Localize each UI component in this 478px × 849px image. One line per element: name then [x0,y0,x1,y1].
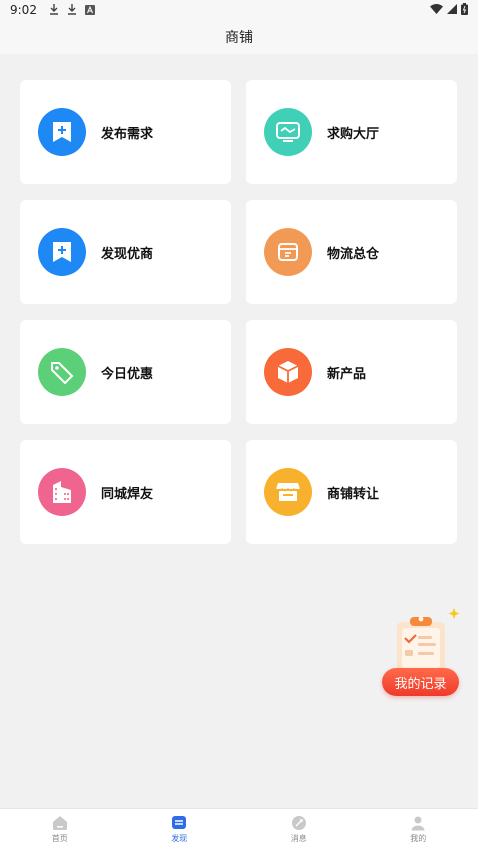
tab-messages[interactable]: 消息 [239,809,359,849]
font-icon [83,3,97,17]
user-icon [410,815,426,831]
discover-icon [171,815,187,831]
tab-label: 消息 [290,833,307,843]
card-shop-transfer[interactable]: 商铺转让 [246,440,457,544]
card-label: 物流总仓 [327,246,380,262]
tab-home[interactable]: 首页 [0,809,120,849]
card-label: 新产品 [327,366,367,382]
tab-label: 发现 [171,833,188,843]
download-icon [65,3,79,17]
download-icon [47,3,61,17]
service-grid: 发布需求 求购大厅 发现优商 物流总仓 今日优惠 新产品 同城焊友 商铺转让 [20,80,457,544]
card-label: 发现优商 [101,246,154,262]
card-purchase-hall[interactable]: 求购大厅 [246,80,457,184]
tab-label: 首页 [51,833,68,843]
tab-discover[interactable]: 发现 [120,809,240,849]
home-icon [52,815,68,831]
page-title: 商铺 [0,20,478,54]
message-icon [291,815,307,831]
bookmark-plus-icon [38,108,86,156]
card-logistics-warehouse[interactable]: 物流总仓 [246,200,457,304]
building-icon [38,468,86,516]
my-records-label: 我的记录 [382,668,459,696]
box-icon [264,228,312,276]
monitor-icon [264,108,312,156]
card-label: 今日优惠 [101,366,154,382]
card-local-welders[interactable]: 同城焊友 [20,440,231,544]
tab-mine[interactable]: 我的 [359,809,478,849]
tab-label: 我的 [410,833,427,843]
cube-icon [264,348,312,396]
status-bar: 9:02 [0,0,478,20]
card-label: 商铺转让 [327,486,380,502]
wifi-icon [430,3,443,17]
bottom-tab-bar: 首页 发现 消息 我的 [0,808,478,849]
clipboard-check-icon [397,608,460,672]
signal-icon [447,3,457,17]
tag-icon [38,348,86,396]
card-label: 发布需求 [101,126,154,142]
card-label: 同城焊友 [101,486,154,502]
card-new-products[interactable]: 新产品 [246,320,457,424]
battery-icon [461,2,468,18]
status-time: 9:02 [10,3,37,17]
card-today-deals[interactable]: 今日优惠 [20,320,231,424]
my-records-button[interactable]: 我的记录 [382,606,462,698]
card-discover-merchants[interactable]: 发现优商 [20,200,231,304]
card-label: 求购大厅 [327,126,380,142]
shop-icon [264,468,312,516]
card-publish-demand[interactable]: 发布需求 [20,80,231,184]
bookmark-plus-icon [38,228,86,276]
